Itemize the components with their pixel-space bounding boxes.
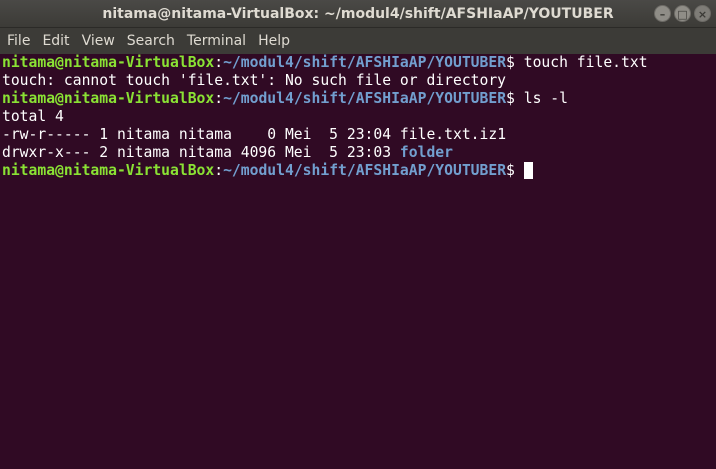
prompt-separator: : <box>214 162 224 179</box>
listing-meta: -rw-r----- 1 nitama nitama 0 Mei 5 23:04 <box>2 126 400 143</box>
output-line: total 4 <box>2 108 64 125</box>
menu-view[interactable]: View <box>76 28 121 54</box>
listing-dirname: folder <box>399 144 453 161</box>
prompt-user: nitama@nitama-VirtualBox <box>2 162 215 179</box>
listing-line: drwxr-x--- 2 nitama nitama 4096 Mei 5 23… <box>2 144 716 162</box>
prompt-separator: : <box>214 54 224 71</box>
listing-filename: file.txt.iz1 <box>399 126 507 143</box>
prompt-symbol: $ <box>506 54 524 71</box>
listing-line: -rw-r----- 1 nitama nitama 0 Mei 5 23:04… <box>2 126 716 144</box>
menu-help[interactable]: Help <box>252 28 296 54</box>
title-bar[interactable]: nitama@nitama-VirtualBox: ~/modul4/shift… <box>0 0 716 28</box>
prompt-line: nitama@nitama-VirtualBox:~/modul4/shift/… <box>2 54 716 72</box>
output-line: touch: cannot touch 'file.txt': No such … <box>2 72 507 89</box>
command-text: ls -l <box>523 90 568 107</box>
command-text: touch file.txt <box>523 54 648 71</box>
window-title: nitama@nitama-VirtualBox: ~/modul4/shift… <box>102 6 614 22</box>
maximize-button[interactable]: □ <box>674 5 691 22</box>
prompt-path: ~/modul4/shift/AFSHIaAP/YOUTUBER <box>223 90 507 107</box>
close-button[interactable]: × <box>694 5 711 22</box>
listing-meta: drwxr-x--- 2 nitama nitama 4096 Mei 5 23… <box>2 144 400 161</box>
prompt-symbol: $ <box>506 90 524 107</box>
menu-file[interactable]: File <box>1 28 36 54</box>
menu-bar: File Edit View Search Terminal Help <box>0 28 716 54</box>
prompt-path: ~/modul4/shift/AFSHIaAP/YOUTUBER <box>223 54 507 71</box>
window-controls: – □ × <box>654 5 711 23</box>
menu-terminal[interactable]: Terminal <box>181 28 252 54</box>
text-cursor <box>523 162 533 179</box>
prompt-separator: : <box>214 90 224 107</box>
prompt-user: nitama@nitama-VirtualBox <box>2 54 215 71</box>
menu-edit[interactable]: Edit <box>36 28 75 54</box>
minimize-button[interactable]: – <box>654 5 671 22</box>
prompt-path: ~/modul4/shift/AFSHIaAP/YOUTUBER <box>223 162 507 179</box>
prompt-line: nitama@nitama-VirtualBox:~/modul4/shift/… <box>2 90 716 108</box>
terminal-window: nitama@nitama-VirtualBox: ~/modul4/shift… <box>0 0 716 469</box>
active-prompt-line: nitama@nitama-VirtualBox:~/modul4/shift/… <box>2 162 716 180</box>
prompt-symbol: $ <box>506 162 524 179</box>
menu-search[interactable]: Search <box>121 28 181 54</box>
prompt-user: nitama@nitama-VirtualBox <box>2 90 215 107</box>
terminal-output[interactable]: nitama@nitama-VirtualBox:~/modul4/shift/… <box>0 54 716 469</box>
